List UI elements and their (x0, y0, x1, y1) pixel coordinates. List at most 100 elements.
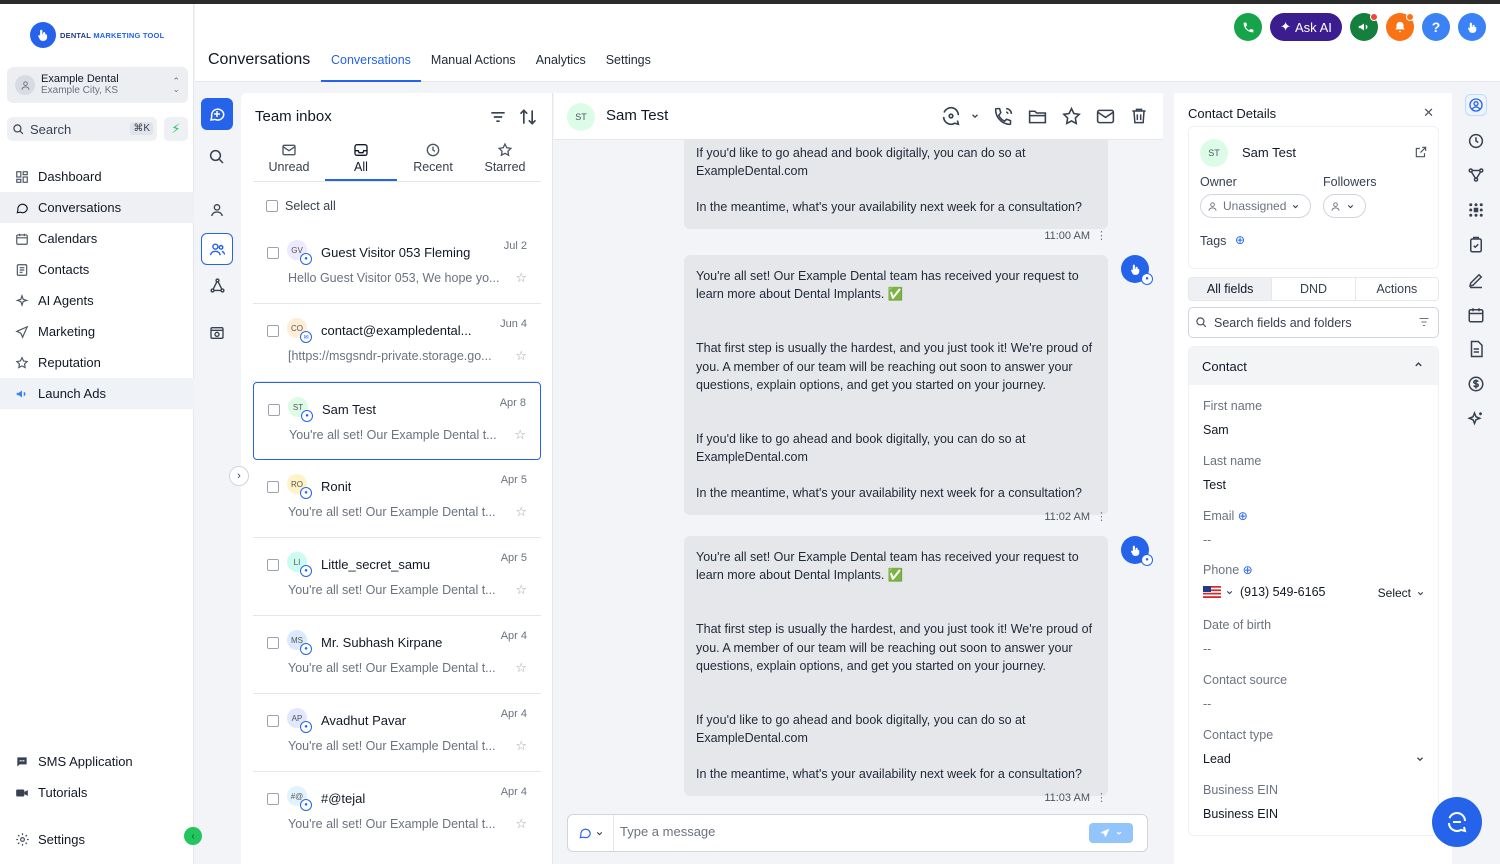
conversation-item[interactable]: RO ● Ronit Apr 5 You're all set! Our Exa… (253, 460, 541, 538)
star-icon[interactable]: ☆ (514, 427, 526, 443)
nav-item-conversations[interactable]: Conversations (0, 192, 194, 223)
conversation-item[interactable]: CO ✉ contact@exampledental... Jun 4 [htt… (253, 304, 541, 382)
row-checkbox[interactable] (268, 404, 280, 416)
conversation-item[interactable]: MS ● Mr. Subhash Kirpane Apr 4 You're al… (253, 616, 541, 694)
add-tag-icon[interactable]: ⊕ (1235, 233, 1245, 247)
field-search[interactable]: Search fields and folders (1188, 307, 1439, 338)
tab-conversations[interactable]: Conversations (321, 47, 421, 82)
nav-item-tutorials[interactable]: Tutorials (0, 777, 194, 808)
row-checkbox[interactable] (267, 559, 279, 571)
help-button[interactable]: ? (1422, 13, 1450, 41)
sort-icon[interactable] (518, 107, 538, 127)
select-all[interactable]: Select all (266, 199, 336, 213)
row-checkbox[interactable] (267, 481, 279, 493)
filter-icon[interactable] (1418, 316, 1430, 328)
owner-select[interactable]: Unassigned (1200, 194, 1311, 218)
close-icon[interactable]: ✕ (1423, 105, 1434, 121)
nav-item-calendars[interactable]: Calendars (0, 223, 194, 254)
channel-select-icon[interactable] (940, 105, 980, 127)
automation-icon[interactable] (1465, 164, 1487, 186)
nav-item-ai-agents[interactable]: AI Agents (0, 285, 194, 316)
quick-action-bolt-icon[interactable]: ⚡ (164, 117, 188, 141)
tab-settings[interactable]: Settings (596, 47, 661, 82)
filter-tab-recent[interactable]: Recent (397, 140, 469, 181)
star-icon[interactable]: ☆ (515, 348, 527, 364)
tab-analytics[interactable]: Analytics (526, 47, 596, 82)
rail-my-inbox-button[interactable] (201, 194, 233, 226)
conversation-item[interactable]: AP ● Avadhut Pavar Apr 4 You're all set!… (253, 694, 541, 772)
apps-grid-icon[interactable] (1465, 199, 1487, 221)
tab-actions[interactable]: Actions (1356, 278, 1438, 300)
rail-workflows-button[interactable] (201, 269, 233, 301)
us-flag-icon[interactable] (1203, 586, 1234, 598)
contact-type-select[interactable]: Lead (1203, 752, 1425, 766)
pen-icon[interactable] (1465, 269, 1487, 291)
nav-item-dashboard[interactable]: Dashboard (0, 161, 194, 192)
phone-type-select[interactable]: Select (1378, 586, 1425, 600)
mail-icon[interactable] (1095, 106, 1116, 127)
star-icon[interactable]: ☆ (515, 738, 527, 754)
contact-profile-icon[interactable] (1465, 94, 1487, 116)
trash-icon[interactable] (1129, 106, 1149, 126)
add-phone-icon[interactable]: ⊕ (1243, 563, 1253, 577)
new-message-button[interactable] (201, 98, 233, 130)
history-icon[interactable] (1465, 130, 1487, 152)
star-icon[interactable]: ☆ (515, 270, 527, 286)
announcements-button[interactable] (1350, 13, 1378, 41)
conversation-item[interactable]: GV ● Guest Visitor 053 Fleming Jul 2 Hel… (253, 226, 541, 304)
profile-avatar[interactable] (1458, 13, 1486, 41)
ask-ai-button[interactable]: ✦ Ask AI (1270, 13, 1342, 41)
phone-call-icon[interactable] (993, 106, 1014, 127)
last-name-value[interactable]: Test (1203, 478, 1261, 492)
rail-search-button[interactable] (201, 141, 233, 173)
ein-value[interactable]: Business EIN (1203, 807, 1278, 821)
filter-tab-all[interactable]: All (325, 140, 397, 181)
rail-media-button[interactable] (201, 317, 233, 349)
dollar-icon[interactable] (1465, 373, 1487, 395)
add-email-icon[interactable]: ⊕ (1238, 509, 1248, 523)
nav-item-settings[interactable]: Settings (0, 824, 194, 855)
conversation-item-selected[interactable]: ST ● Sam Test Apr 8 You're all set! Our … (253, 382, 541, 460)
row-checkbox[interactable] (267, 247, 279, 259)
collapse-sidebar-button[interactable]: ‹ (184, 827, 202, 845)
first-name-value[interactable]: Sam (1203, 423, 1262, 437)
row-checkbox[interactable] (267, 793, 279, 805)
channel-picker[interactable] (568, 815, 614, 851)
contact-section-header[interactable]: Contact (1189, 347, 1438, 385)
send-button[interactable] (1089, 823, 1133, 843)
row-checkbox[interactable] (267, 715, 279, 727)
expand-panel-button[interactable]: › (229, 466, 249, 486)
star-icon[interactable] (1061, 106, 1082, 127)
star-icon[interactable]: ☆ (515, 660, 527, 676)
nav-item-reputation[interactable]: Reputation (0, 347, 194, 378)
row-checkbox[interactable] (267, 325, 279, 337)
more-vertical-icon[interactable]: ⋮ (1096, 511, 1107, 523)
conversation-item[interactable]: LI ● Little_secret_samu Apr 5 You're all… (253, 538, 541, 616)
notifications-button[interactable] (1386, 13, 1414, 41)
conversation-item[interactable]: #@ ● #@tejal Apr 4 You're all set! Our E… (253, 772, 541, 850)
phone-value[interactable]: (913) 549-6165 (1240, 585, 1325, 599)
external-link-icon[interactable] (1414, 145, 1428, 159)
account-switcher[interactable]: Example Dental Example City, KS ⌃ ⌄ (7, 67, 188, 103)
global-search[interactable]: Search ⌘K (7, 117, 157, 141)
nav-item-sms-application[interactable]: SMS Application (0, 746, 194, 777)
sparkle-icon[interactable] (1465, 408, 1487, 430)
document-icon[interactable] (1465, 338, 1487, 360)
source-value[interactable]: -- (1203, 697, 1287, 711)
nav-item-contacts[interactable]: Contacts (0, 254, 194, 285)
chat-support-button[interactable] (1432, 797, 1482, 847)
star-icon[interactable]: ☆ (515, 504, 527, 520)
phone-button[interactable] (1234, 13, 1262, 41)
rail-team-inbox-button[interactable] (201, 233, 233, 265)
tab-all-fields[interactable]: All fields (1189, 278, 1273, 300)
select-all-checkbox[interactable] (266, 200, 278, 212)
clipboard-check-icon[interactable] (1465, 234, 1487, 256)
dob-value[interactable]: -- (1203, 642, 1271, 656)
more-vertical-icon[interactable]: ⋮ (1096, 792, 1107, 804)
star-icon[interactable]: ☆ (515, 582, 527, 598)
row-checkbox[interactable] (267, 637, 279, 649)
tab-dnd[interactable]: DND (1272, 278, 1356, 300)
filter-tab-starred[interactable]: Starred (469, 140, 541, 181)
filter-lines-icon[interactable] (488, 107, 508, 127)
star-icon[interactable]: ☆ (515, 816, 527, 832)
